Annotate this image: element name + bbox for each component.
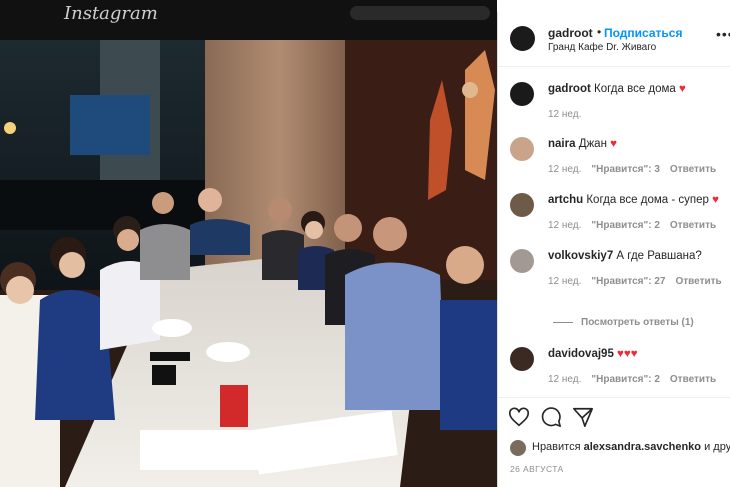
- search-box[interactable]: [350, 6, 490, 20]
- view-replies-label: Посмотреть ответы (1): [581, 317, 694, 328]
- heart-emoji-icon: ♥: [610, 138, 617, 150]
- heart-outline-icon[interactable]: [508, 406, 530, 428]
- comment-time[interactable]: 12 нед.: [548, 374, 581, 385]
- heart-emoji-icon: ♥♥♥: [617, 348, 638, 360]
- comment-username[interactable]: naira: [548, 138, 576, 150]
- heart-emoji-icon: ♥: [679, 83, 686, 95]
- replies-dash: [553, 321, 573, 323]
- comment-time[interactable]: 12 нед.: [548, 109, 581, 120]
- comment-text: Когда все дома: [594, 83, 676, 95]
- comment-time[interactable]: 12 нед.: [548, 276, 581, 287]
- reply-button[interactable]: Ответить: [670, 164, 716, 175]
- dinner-photo-image: [0, 40, 497, 487]
- comment-text: А где Равшана?: [616, 250, 702, 262]
- comment-likes[interactable]: "Нравится": 3: [591, 164, 660, 175]
- comment-likes[interactable]: "Нравится": 27: [591, 276, 665, 287]
- instagram-post-page: Instagram gadroot • Подписаться Гранд Ка…: [0, 0, 730, 487]
- likes-suffix: и дру: [704, 441, 730, 453]
- likes-prefix: Нравится: [532, 441, 581, 453]
- post-side-panel: gadroot • Подписаться Гранд Кафе Dr. Жив…: [497, 12, 730, 487]
- author-avatar[interactable]: [510, 26, 535, 51]
- comment-text: Джан: [578, 138, 607, 150]
- comment-avatar[interactable]: [510, 82, 534, 106]
- post-actions: Нравится alexsandra.savchenko и дру 26 А…: [498, 397, 730, 487]
- post-location[interactable]: Гранд Кафе Dr. Живаго: [548, 42, 656, 53]
- comment-avatar[interactable]: [510, 193, 534, 217]
- heart-emoji-icon: ♥: [712, 194, 719, 206]
- liker-avatar: [510, 440, 526, 456]
- comment-avatar[interactable]: [510, 249, 534, 273]
- separator-dot: •: [597, 25, 602, 39]
- paper-plane-icon[interactable]: [572, 406, 594, 428]
- instagram-topbar: Instagram: [0, 0, 497, 40]
- follow-button[interactable]: Подписаться: [604, 26, 682, 40]
- comment-time[interactable]: 12 нед.: [548, 164, 581, 175]
- reply-button[interactable]: Ответить: [670, 220, 716, 231]
- comment-icon[interactable]: [540, 406, 562, 428]
- instagram-logo[interactable]: Instagram: [64, 3, 158, 24]
- reply-button[interactable]: Ответить: [670, 374, 716, 385]
- comment-avatar[interactable]: [510, 347, 534, 371]
- comment-username[interactable]: volkovskiy7: [548, 250, 613, 262]
- reply-button[interactable]: Ответить: [675, 276, 721, 287]
- author-username[interactable]: gadroot: [548, 26, 593, 40]
- comment-likes[interactable]: "Нравится": 2: [591, 220, 660, 231]
- comment-username[interactable]: davidovaj95: [548, 348, 614, 360]
- post-date[interactable]: 26 АВГУСТА: [510, 464, 564, 474]
- more-options-icon[interactable]: •••: [716, 26, 730, 42]
- view-replies-button[interactable]: Посмотреть ответы (1): [553, 317, 694, 328]
- comment-likes[interactable]: "Нравится": 2: [591, 374, 660, 385]
- comment-avatar[interactable]: [510, 137, 534, 161]
- comment-username[interactable]: artchu: [548, 194, 583, 206]
- comment-username[interactable]: gadroot: [548, 83, 591, 95]
- post-header: gadroot • Подписаться Гранд Кафе Dr. Жив…: [498, 12, 730, 67]
- comments-list: gadroot Когда все дома ♥ 12 нед. naira Д…: [498, 67, 730, 397]
- comment-time[interactable]: 12 нед.: [548, 220, 581, 231]
- comment-text: Когда все дома - супер: [586, 194, 709, 206]
- post-photo[interactable]: [0, 40, 497, 487]
- liker-username[interactable]: alexsandra.savchenko: [584, 441, 701, 453]
